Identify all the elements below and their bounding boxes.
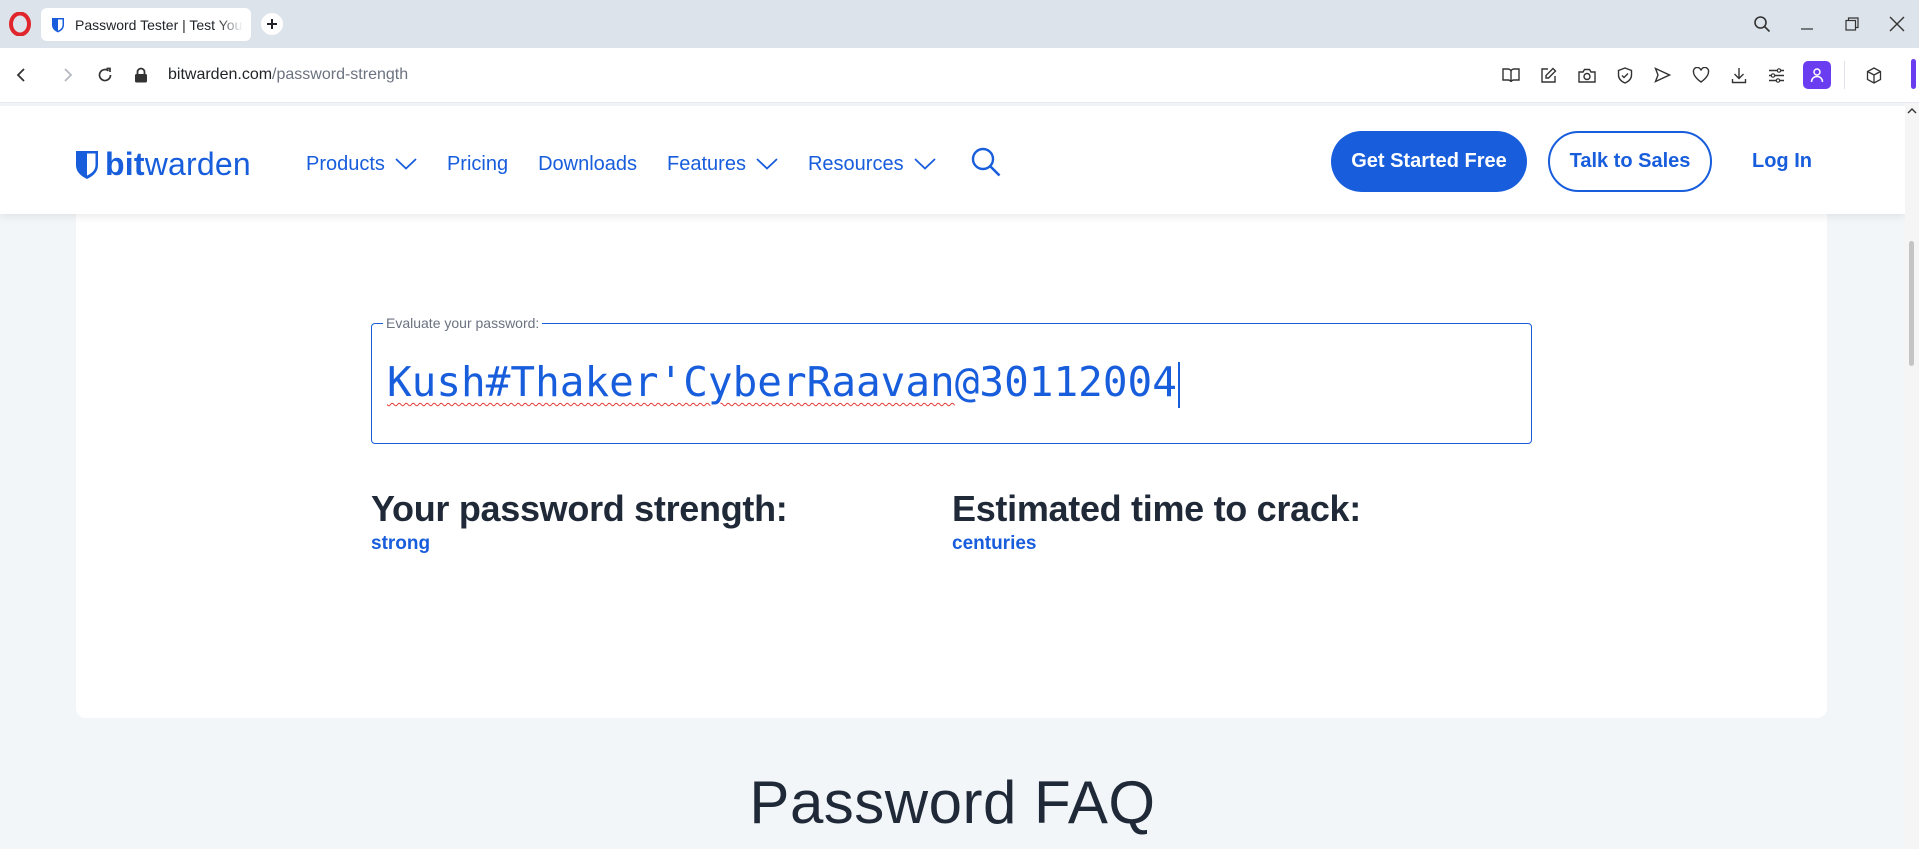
nav-downloads[interactable]: Downloads [538, 153, 637, 176]
active-tab[interactable]: Password Tester | Test Your Password Str… [41, 8, 251, 41]
extensions-button[interactable] [1858, 60, 1889, 90]
heart-icon [1692, 67, 1709, 83]
send-icon [1654, 67, 1671, 83]
reload-icon [98, 67, 112, 82]
brand-light: warden [144, 146, 251, 182]
forward-button[interactable] [54, 62, 80, 88]
search-tabs-button[interactable] [1739, 0, 1784, 48]
url-path: /password-strength [272, 66, 409, 83]
chevron-down-icon [395, 158, 417, 170]
password-field[interactable]: Evaluate your password: Kush#Thaker'Cybe… [371, 315, 1532, 444]
settings-sliders-icon [1769, 67, 1784, 83]
arrow-right-icon [64, 68, 73, 82]
search-icon [1753, 16, 1770, 33]
page-viewport: bitwarden Products Pricing Downloads Fea… [0, 103, 1905, 849]
text-caret [1177, 362, 1180, 408]
restore-button[interactable] [1829, 0, 1874, 48]
tab-title: Password Tester | Test Your Password Str… [75, 16, 243, 33]
adblock-button[interactable] [1609, 60, 1640, 90]
brand-wordmark: bitwarden [105, 146, 251, 183]
site-header: bitwarden Products Pricing Downloads Fea… [0, 106, 1905, 214]
chevron-down-icon [913, 158, 936, 170]
nav-features[interactable]: Features [667, 153, 778, 176]
close-window-button[interactable] [1874, 0, 1919, 48]
nav-products-label: Products [306, 152, 385, 175]
scrollbar-thumb[interactable] [1909, 241, 1914, 366]
lock-icon [135, 67, 147, 83]
chevron-down-icon [756, 158, 778, 170]
cube-icon [1866, 66, 1881, 84]
profile-button[interactable] [1803, 61, 1831, 89]
window-controls [1739, 0, 1919, 48]
edit-button[interactable] [1533, 60, 1564, 90]
password-input[interactable]: Kush#Thaker'CyberRaavan@30112004 [387, 358, 1180, 408]
nav-resources-label: Resources [807, 152, 904, 175]
camera-icon [1577, 68, 1596, 83]
password-text-misspelled: Kush#Thaker'CyberRaavan [387, 358, 955, 406]
sidebar-indicator [1911, 59, 1916, 89]
plus-icon [267, 19, 277, 29]
toolbar-extensions [1495, 60, 1889, 90]
strength-heading: Your password strength: [371, 488, 788, 529]
bitwarden-logo[interactable]: bitwarden [75, 146, 251, 183]
bitwarden-favicon-icon [52, 17, 64, 32]
back-button[interactable] [9, 62, 35, 88]
strength-result: Your password strength: strong [371, 488, 788, 555]
send-button[interactable] [1647, 60, 1678, 90]
bitwarden-shield-icon [76, 150, 98, 179]
password-field-label: Evaluate your password: [383, 315, 543, 331]
shield-check-icon [1617, 66, 1632, 84]
easy-setup-button[interactable] [1761, 60, 1792, 90]
scroll-up-arrow-icon[interactable] [1907, 107, 1917, 115]
faq-heading: Password FAQ [749, 769, 1156, 836]
book-icon [1501, 68, 1520, 83]
restore-icon [1844, 17, 1859, 31]
arrow-left-icon [16, 68, 25, 82]
nav-pricing[interactable]: Pricing [447, 153, 508, 176]
browser-toolbar: bitwarden.com/password-strength [0, 48, 1919, 103]
strength-value: strong [371, 533, 431, 554]
edit-icon [1541, 67, 1557, 83]
favorites-button[interactable] [1685, 60, 1716, 90]
nav-resources[interactable]: Resources [808, 153, 936, 176]
snapshot-button[interactable] [1571, 60, 1602, 90]
reload-button[interactable] [92, 62, 118, 88]
user-icon [1810, 68, 1824, 83]
minimize-button[interactable] [1784, 0, 1829, 48]
minimize-icon [1800, 28, 1813, 30]
browser-tab-strip: Password Tester | Test Your Password Str… [0, 0, 1919, 48]
address-bar[interactable]: bitwarden.com/password-strength [134, 60, 408, 90]
site-search-button[interactable] [970, 146, 1002, 183]
crack-time-heading: Estimated time to crack: [952, 488, 1361, 529]
opera-logo-icon[interactable] [9, 12, 31, 36]
page-scrollbar[interactable] [1905, 103, 1919, 849]
password-tester-card: Evaluate your password: Kush#Thaker'Cybe… [76, 208, 1827, 718]
reader-mode-button[interactable] [1495, 60, 1526, 90]
nav-pricing-label: Pricing [446, 152, 509, 175]
crack-time-value: centuries [952, 533, 1037, 554]
url-host: bitwarden.com [168, 66, 273, 83]
main-nav: Products Pricing Downloads Features Reso… [306, 146, 1002, 182]
crack-time-result: Estimated time to crack: centuries [952, 488, 1361, 555]
search-icon [971, 147, 1000, 176]
close-icon [1889, 16, 1904, 32]
get-started-free-button[interactable]: Get Started Free [1331, 131, 1527, 192]
nav-features-label: Features [667, 152, 746, 175]
password-text-rest: @30112004 [954, 358, 1177, 406]
nav-downloads-label: Downloads [538, 152, 638, 175]
downloads-button[interactable] [1723, 60, 1754, 90]
nav-products[interactable]: Products [306, 153, 417, 176]
toolbar-separator [1844, 61, 1845, 89]
brand-bold: bit [105, 146, 145, 182]
talk-to-sales-button[interactable]: Talk to Sales [1548, 131, 1712, 192]
download-icon [1731, 67, 1746, 83]
log-in-link[interactable]: Log In [1752, 150, 1812, 173]
new-tab-button[interactable] [261, 13, 283, 35]
